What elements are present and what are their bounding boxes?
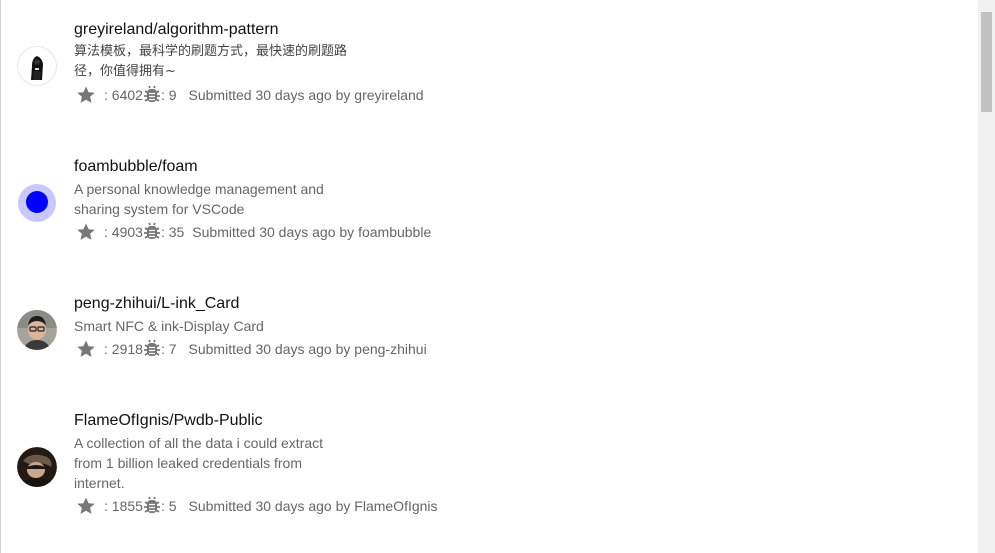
submitted-info: Submitted 30 days ago by greyireland bbox=[188, 87, 424, 103]
issue-count: : 9 bbox=[160, 87, 177, 103]
star-count: : 1855 bbox=[104, 498, 143, 514]
submitted-info: Submitted 30 days ago by foambubble bbox=[192, 224, 432, 240]
bug-icon bbox=[142, 496, 162, 516]
submitted-info: Submitted 30 days ago by peng-zhihui bbox=[188, 341, 427, 357]
repo-meta: : 2918 : 7 Submitted 30 days ago by peng… bbox=[74, 338, 494, 360]
repo-name-link[interactable]: peng-zhihui/L-ink_Card bbox=[74, 294, 494, 314]
blue-bubble-avatar[interactable] bbox=[17, 183, 57, 223]
issue-count: : 35 bbox=[160, 224, 185, 240]
star-icon bbox=[76, 222, 96, 242]
bug-icon bbox=[142, 85, 162, 105]
bug-icon bbox=[142, 339, 162, 359]
repo-description: A collection of all the data i could ext… bbox=[74, 435, 324, 491]
repo-name-link[interactable]: foambubble/foam bbox=[74, 157, 494, 177]
person-photo-avatar[interactable] bbox=[17, 310, 57, 350]
repo-meta: : 6402 : 9 Submitted 30 days ago by grey… bbox=[74, 84, 494, 106]
trending-repos-page: greyireland/algorithm-pattern 算法模板，最科学的刷… bbox=[0, 0, 995, 553]
scrollbar-thumb[interactable] bbox=[981, 12, 992, 112]
star-count: : 4903 bbox=[104, 224, 143, 240]
star-icon bbox=[76, 339, 96, 359]
star-icon bbox=[76, 496, 96, 516]
repo-body: foambubble/foam A personal knowledge man… bbox=[74, 157, 494, 243]
repo-body: FlameOfIgnis/Pwdb-Public A collection of… bbox=[74, 411, 494, 517]
issue-count: : 7 bbox=[160, 341, 177, 357]
repo-description: Smart NFC & ink-Display Card bbox=[74, 318, 264, 334]
person-photo-avatar-icon bbox=[17, 447, 57, 487]
repo-body: peng-zhihui/L-ink_Card Smart NFC & ink-D… bbox=[74, 294, 494, 360]
issue-count: : 5 bbox=[160, 498, 177, 514]
vertical-scrollbar[interactable] bbox=[978, 0, 995, 553]
bug-icon bbox=[142, 222, 162, 242]
repo-name-link[interactable]: FlameOfIgnis/Pwdb-Public bbox=[74, 411, 494, 431]
star-count: : 6402 bbox=[104, 87, 143, 103]
person-photo-avatar-icon bbox=[17, 310, 57, 350]
hooded-figure-avatar-icon bbox=[17, 46, 57, 86]
repo-body: greyireland/algorithm-pattern 算法模板，最科学的刷… bbox=[74, 20, 494, 106]
repo-name-link[interactable]: greyireland/algorithm-pattern bbox=[74, 20, 494, 40]
star-count: : 2918 bbox=[104, 341, 143, 357]
repo-list: greyireland/algorithm-pattern 算法模板，最科学的刷… bbox=[1, 0, 979, 553]
repo-description: 算法模板，最科学的刷题方式，最快速的刷题路径，你值得拥有~ bbox=[74, 44, 348, 79]
blue-bubble-avatar-icon bbox=[18, 184, 56, 222]
hooded-figure-avatar[interactable] bbox=[17, 46, 57, 86]
repo-meta: : 1855 : 5 Submitted 30 days ago by Flam… bbox=[74, 495, 494, 517]
repo-description: A personal knowledge management and shar… bbox=[74, 181, 324, 217]
person-photo-avatar[interactable] bbox=[17, 447, 57, 487]
submitted-info: Submitted 30 days ago by FlameOfIgnis bbox=[188, 498, 438, 514]
repo-meta: : 4903 : 35 Submitted 30 days ago by foa… bbox=[74, 221, 494, 243]
star-icon bbox=[76, 85, 96, 105]
